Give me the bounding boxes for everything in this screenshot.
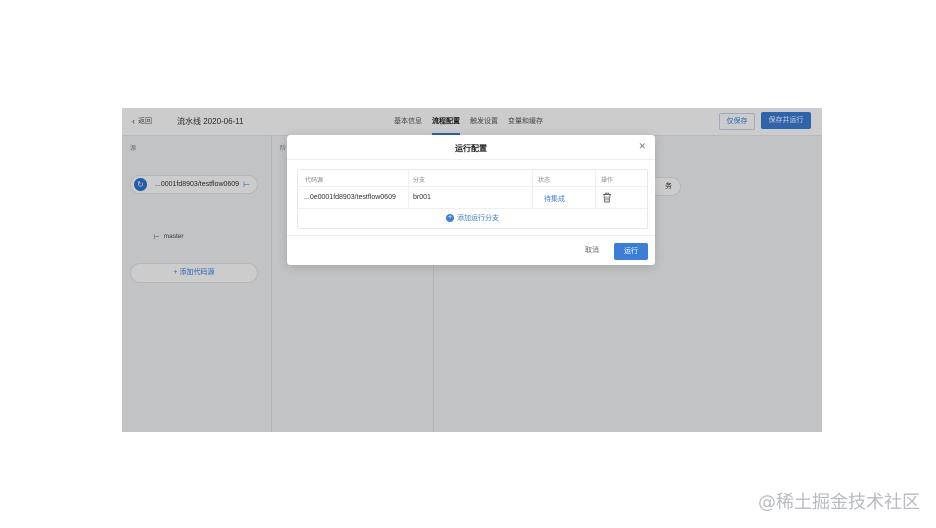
- status-badge: 待集成: [544, 196, 565, 203]
- add-run-branch-button[interactable]: + 添加运行分支: [298, 213, 647, 223]
- divider: [287, 235, 655, 236]
- table-row: ...0e0001fd8903/testflow0609 br001 待集成: [298, 187, 647, 209]
- branch-select[interactable]: br001: [413, 194, 431, 201]
- add-run-branch-label: 添加运行分支: [457, 215, 499, 222]
- trash-icon[interactable]: [602, 192, 612, 203]
- divider: [287, 159, 655, 160]
- run-config-dialog: 运行配置 ✕ 代码源 分支 状态 操作 ...0e0001fd8903/test…: [287, 135, 655, 265]
- run-button[interactable]: 运行: [614, 243, 648, 260]
- run-branch-table: 代码源 分支 状态 操作 ...0e0001fd8903/testflow060…: [297, 169, 648, 229]
- watermark: @稀土掘金技术社区: [758, 492, 920, 513]
- cell-source: ...0e0001fd8903/testflow0609: [304, 194, 396, 201]
- column-header-branch: 分支: [413, 178, 426, 184]
- cancel-button[interactable]: 取消: [574, 243, 610, 259]
- column-header-status: 状态: [538, 178, 551, 184]
- dialog-title: 运行配置: [455, 144, 487, 153]
- plus-icon: +: [446, 214, 454, 222]
- column-header-action: 操作: [601, 178, 614, 184]
- column-header-source: 代码源: [305, 178, 324, 184]
- close-icon[interactable]: ✕: [638, 141, 646, 152]
